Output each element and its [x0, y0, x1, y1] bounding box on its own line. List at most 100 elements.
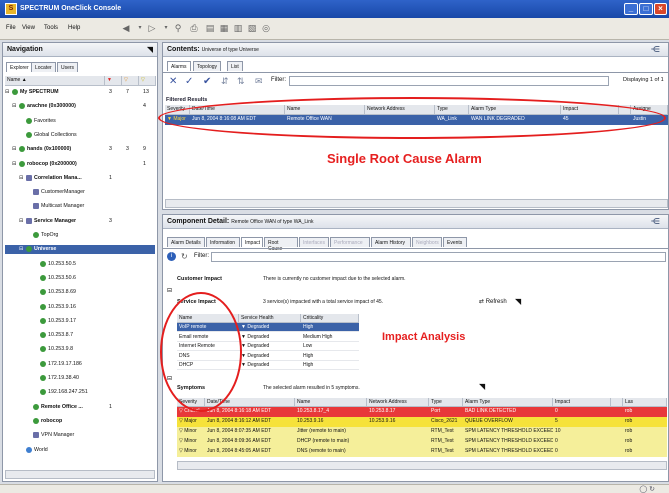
symptom-horizontal-scrollbar[interactable]: [177, 461, 667, 470]
pin-icon[interactable]: ◥: [479, 382, 485, 391]
forward-icon[interactable]: ▷: [146, 23, 158, 34]
menu-tools[interactable]: Tools: [44, 25, 58, 31]
table-icon[interactable]: ▥: [232, 23, 244, 34]
share-icon[interactable]: ⋲: [651, 217, 660, 226]
major-count-header-icon[interactable]: ▽: [122, 76, 139, 86]
tree-node[interactable]: ⊟ Correlation Mana... 1: [5, 174, 155, 183]
info-icon[interactable]: i: [167, 252, 176, 261]
tree-node[interactable]: 10.253.8.69: [5, 288, 155, 297]
symptom-row[interactable]: ▽ Critical Jun 8, 2004 8:16:18 AM EDT 10.2…: [177, 407, 667, 417]
details-icon[interactable]: ▧: [246, 23, 258, 34]
tree-node[interactable]: ⊟ Universe: [5, 245, 155, 255]
tab-users[interactable]: Users: [57, 62, 79, 72]
find-icon[interactable]: ⚲: [172, 23, 184, 34]
acknowledge-icon[interactable]: ✓: [185, 76, 193, 87]
menu-file[interactable]: File: [6, 25, 16, 31]
tree-node[interactable]: Remote Office ... 1: [5, 403, 155, 412]
symptom-row[interactable]: ▽ Minor Jun 8, 2004 8:07:35 AM EDT Jitter …: [177, 427, 667, 437]
tab-root-cause[interactable]: Root Cause: [264, 237, 298, 252]
back-icon[interactable]: ◀: [120, 23, 132, 34]
expand-icon[interactable]: ⊟: [12, 146, 16, 152]
tree-node[interactable]: World: [5, 446, 155, 455]
symptom-row[interactable]: ▽ Minor Jun 8, 2004 8:09:36 AM EDT DHCP (r…: [177, 437, 667, 447]
detail-filter-input[interactable]: [211, 252, 666, 262]
tab-interfaces[interactable]: Interfaces: [299, 237, 329, 247]
symptom-column-header[interactable]: Type: [429, 398, 463, 407]
expand-icon[interactable]: ⊟: [19, 218, 23, 224]
expand-icon[interactable]: ⊟: [19, 246, 23, 252]
unassign-icon[interactable]: ⇅: [237, 76, 245, 87]
maximize-button[interactable]: □: [639, 3, 653, 15]
tab-neighbors[interactable]: Neighbors: [412, 237, 442, 247]
tree-node[interactable]: ⊟ hands (0x100000) 3 3 9: [5, 145, 155, 154]
symptom-column-header[interactable]: Impact: [553, 398, 611, 407]
tree-node[interactable]: Favorites: [5, 117, 155, 126]
tab-information[interactable]: Information: [206, 237, 240, 247]
symptom-column-header[interactable]: Network Address: [367, 398, 429, 407]
clear-icon[interactable]: ✕: [169, 76, 177, 87]
close-button[interactable]: ×: [654, 3, 667, 15]
tree-node[interactable]: 10.253.50.5: [5, 260, 155, 269]
symptom-column-header[interactable]: [611, 398, 623, 407]
tree-node[interactable]: 10.253.9.8: [5, 345, 155, 354]
pin-icon[interactable]: ◥: [515, 297, 521, 306]
help-icon[interactable]: ◎: [260, 23, 272, 34]
expand-icon[interactable]: ⊟: [19, 175, 23, 181]
symptom-column-header[interactable]: Alarm Type: [463, 398, 553, 407]
tree-node[interactable]: 192.168.247.251: [5, 388, 155, 397]
grid-icon[interactable]: ▦: [218, 23, 230, 34]
tree-node[interactable]: Global Collections: [5, 131, 155, 140]
tree-node[interactable]: robocop: [5, 417, 155, 426]
tree-node[interactable]: 172.19.17.186: [5, 360, 155, 369]
chevron-down-icon[interactable]: ▾: [160, 23, 172, 34]
tree-node[interactable]: ⊟ arachne (0x300000) 4: [5, 102, 155, 111]
expand-icon[interactable]: ⊟: [12, 161, 16, 167]
service-column-header[interactable]: Criticality: [301, 314, 359, 323]
tree-node[interactable]: ⊟ robocop (0x200000) 1: [5, 160, 155, 169]
tree-node[interactable]: 10.253.9.16: [5, 303, 155, 312]
tab-impact[interactable]: Impact: [241, 237, 263, 247]
expand-icon[interactable]: ⊟: [5, 89, 9, 95]
assign-icon[interactable]: ⇵: [221, 76, 229, 87]
tab-performance[interactable]: Performance: [330, 237, 370, 247]
alarm-filter-input[interactable]: [289, 76, 609, 86]
symptom-column-header[interactable]: Name: [295, 398, 367, 407]
tab-list[interactable]: List: [227, 61, 243, 71]
tab-alarm-history[interactable]: Alarm History: [371, 237, 411, 247]
tab-locater[interactable]: Locater: [31, 62, 56, 72]
tree-node[interactable]: ⊟ Service Manager 3: [5, 217, 155, 226]
symptom-row[interactable]: ▽ Major Jun 8, 2004 8:16:12 AM EDT 10.253.…: [177, 417, 667, 427]
tab-alarm-details[interactable]: Alarm Details: [167, 237, 205, 247]
menu-view[interactable]: View: [22, 25, 35, 31]
tree-node[interactable]: TopOrg: [5, 231, 155, 240]
minor-count-header-icon[interactable]: ▽: [139, 76, 156, 86]
chevron-down-icon[interactable]: ▾: [134, 23, 146, 34]
alarm-horizontal-scrollbar[interactable]: [165, 199, 668, 208]
check-icon[interactable]: ✔: [203, 76, 211, 87]
refresh-button[interactable]: ⇄ Refresh: [479, 298, 507, 305]
tab-alarms[interactable]: Alarms: [167, 61, 191, 71]
minimize-button[interactable]: _: [624, 3, 638, 15]
tab-explorer[interactable]: Explorer: [6, 62, 33, 72]
tree-node[interactable]: VPN Manager: [5, 431, 155, 440]
print-icon[interactable]: ⎙: [188, 23, 200, 34]
horizontal-scrollbar[interactable]: [5, 470, 155, 479]
pin-icon[interactable]: ◥: [147, 45, 153, 54]
tree-node[interactable]: ⊟ My SPECTRUM 3 7 13: [5, 88, 155, 97]
share-icon[interactable]: ⋲: [651, 45, 660, 54]
symptom-column-header[interactable]: Las: [623, 398, 667, 407]
tree-node[interactable]: 10.253.9.17: [5, 317, 155, 326]
tab-events[interactable]: Events: [443, 237, 467, 247]
collapse-icon[interactable]: ⊟: [167, 287, 172, 294]
refresh-icon[interactable]: ↻: [181, 252, 188, 261]
tree-node[interactable]: 10.253.8.7: [5, 331, 155, 340]
column-header-name[interactable]: Name ▲: [5, 76, 105, 86]
expand-icon[interactable]: ⊟: [12, 103, 16, 109]
tree-node[interactable]: 10.253.50.6: [5, 274, 155, 283]
tree-node[interactable]: 172.19.38.40: [5, 374, 155, 383]
symptom-row[interactable]: ▽ Minor Jun 8, 2004 8:45:05 AM EDT DNS (re…: [177, 447, 667, 457]
service-column-header[interactable]: Service Health: [239, 314, 301, 323]
save-icon[interactable]: ▤: [204, 23, 216, 34]
email-icon[interactable]: ✉: [255, 76, 263, 87]
tree-node[interactable]: CustomerManager: [5, 188, 155, 197]
